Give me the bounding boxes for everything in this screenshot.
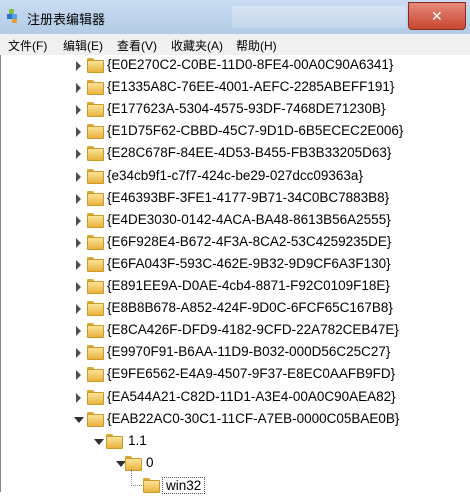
- folder-icon: [87, 102, 104, 118]
- folder-icon: [87, 256, 104, 272]
- expand-arrow-icon[interactable]: [94, 438, 104, 445]
- folder-icon: [87, 411, 104, 427]
- folder-icon: [87, 301, 104, 317]
- tree-row[interactable]: {E8B8B678-A852-424F-9D0C-6FCF65C167B8}: [1, 298, 470, 320]
- tree-row[interactable]: {E1335A8C-76EE-4001-AEFC-2285ABEFF191}: [1, 77, 470, 99]
- key-label: 0: [146, 454, 154, 470]
- menu-favorites[interactable]: 收藏夹(A): [171, 37, 223, 54]
- tree-row[interactable]: {E9FE6562-E4A9-4507-9F37-E8EC0AAFB9FD}: [1, 364, 470, 386]
- menu-edit[interactable]: 编辑(E): [63, 37, 103, 54]
- collapse-arrow-icon[interactable]: [76, 348, 81, 359]
- folder-icon: [87, 389, 104, 405]
- tree-row[interactable]: {E28C678F-84EE-4D53-B455-FB3B33205D63}: [1, 143, 470, 165]
- title-redacted-area: [232, 6, 406, 28]
- tree-row[interactable]: {E1D75F62-CBBD-45C7-9D1D-6B5ECEC2E006}: [1, 121, 470, 143]
- folder-icon: [87, 58, 104, 73]
- folder-icon: [143, 477, 160, 493]
- folder-icon: [87, 345, 104, 361]
- collapse-arrow-icon[interactable]: [76, 105, 81, 116]
- collapse-arrow-icon[interactable]: [76, 193, 81, 204]
- window-title: 注册表编辑器: [27, 12, 106, 27]
- tree-row[interactable]: win32: [1, 468, 470, 497]
- key-label: {E9FE6562-E4A9-4507-9F37-E8EC0AAFB9FD}: [107, 366, 396, 382]
- key-label: {E6F928E4-B672-4F3A-8CA2-53C4259235DE}: [107, 233, 392, 249]
- collapse-arrow-icon[interactable]: [76, 326, 81, 337]
- collapse-arrow-icon[interactable]: [76, 149, 81, 160]
- collapse-arrow-icon[interactable]: [76, 304, 81, 315]
- key-label: {E28C678F-84EE-4D53-B455-FB3B33205D63}: [107, 145, 392, 161]
- tree-connector-line: [131, 468, 142, 486]
- tree-row[interactable]: 1.1: [1, 431, 470, 453]
- key-label: {E1D75F62-CBBD-45C7-9D1D-6B5ECEC2E006}: [107, 123, 404, 139]
- tree-row[interactable]: {E891EE9A-D0AE-4cb4-8871-F92C0109F18E}: [1, 276, 470, 298]
- key-label: {EA544A21-C82D-11D1-A3E4-00A0C90AEA82}: [107, 388, 396, 404]
- tree-row[interactable]: {E8CA426F-DFD9-4182-9CFD-22A782CEB47E}: [1, 320, 470, 342]
- key-label: {E891EE9A-D0AE-4cb4-8871-F92C0109F18E}: [107, 278, 390, 293]
- key-label: {E9970F91-B6AA-11D9-B032-000D56C25C27}: [107, 344, 391, 360]
- key-label: {E4DE3030-0142-4ACA-BA48-8613B56A2555}: [107, 211, 391, 227]
- tree-row[interactable]: {E0E270C2-C0BE-11D0-8FE4-00A0C90A6341}: [1, 55, 470, 77]
- collapse-arrow-icon[interactable]: [76, 171, 81, 182]
- collapse-arrow-icon[interactable]: [76, 370, 81, 381]
- folder-icon: [106, 433, 123, 449]
- collapse-arrow-icon[interactable]: [76, 83, 81, 94]
- tree-row[interactable]: {E6FA043F-593C-462E-9B32-9D9CF6A3F130}: [1, 254, 470, 276]
- menu-file[interactable]: 文件(F): [8, 37, 47, 54]
- key-label: {E8B8B678-A852-424F-9D0C-6FCF65C167B8}: [107, 300, 393, 316]
- tree-row[interactable]: {EAB22AC0-30C1-11CF-A7EB-0000C05BAE0B}: [1, 409, 470, 431]
- expand-arrow-icon[interactable]: [74, 416, 84, 423]
- folder-icon: [87, 279, 104, 294]
- menu-view[interactable]: 查看(V): [117, 37, 157, 54]
- folder-icon: [87, 234, 104, 250]
- key-label: 1.1: [128, 432, 147, 448]
- tree-row[interactable]: {EA544A21-C82D-11D1-A3E4-00A0C90AEA82}: [1, 387, 470, 409]
- collapse-arrow-icon[interactable]: [76, 61, 81, 71]
- registry-editor-icon: [7, 9, 17, 23]
- collapse-arrow-icon[interactable]: [76, 282, 81, 292]
- collapse-arrow-icon[interactable]: [76, 392, 81, 403]
- key-label: {E46393BF-3FE1-4177-9B71-34C0BC7883B8}: [107, 189, 390, 205]
- title-bar: 注册表编辑器 ✕: [0, 0, 470, 35]
- tree-row[interactable]: 0: [1, 453, 470, 475]
- collapse-arrow-icon[interactable]: [76, 259, 81, 270]
- tree-row[interactable]: {e34cb9f1-c7f7-424c-be29-027dcc09363a}: [1, 166, 470, 188]
- folder-icon: [87, 323, 104, 339]
- folder-icon: [87, 168, 104, 184]
- selected-key-label: win32: [162, 476, 206, 494]
- close-button[interactable]: ✕: [408, 2, 466, 30]
- key-label: {e34cb9f1-c7f7-424c-be29-027dcc09363a}: [107, 167, 363, 183]
- folder-icon: [87, 212, 104, 228]
- menu-bar: 文件(F) 编辑(E) 查看(V) 收藏夹(A) 帮助(H): [0, 34, 470, 56]
- collapse-arrow-icon[interactable]: [76, 127, 81, 138]
- key-label: {E8CA426F-DFD9-4182-9CFD-22A782CEB47E}: [107, 322, 399, 338]
- registry-tree[interactable]: {E0E270C2-C0BE-11D0-8FE4-00A0C90A6341} {E…: [0, 55, 470, 494]
- collapse-arrow-icon[interactable]: [76, 215, 81, 226]
- menu-help[interactable]: 帮助(H): [236, 37, 277, 54]
- tree-row[interactable]: {E177623A-5304-4575-93DF-7468DE71230B}: [1, 99, 470, 121]
- key-label: {E1335A8C-76EE-4001-AEFC-2285ABEFF191}: [107, 79, 395, 95]
- key-label: {E177623A-5304-4575-93DF-7468DE71230B}: [107, 101, 386, 117]
- folder-icon: [87, 80, 104, 96]
- tree-row[interactable]: {E9970F91-B6AA-11D9-B032-000D56C25C27}: [1, 342, 470, 364]
- tree-row[interactable]: {E4DE3030-0142-4ACA-BA48-8613B56A2555}: [1, 210, 470, 232]
- tree-row[interactable]: {E6F928E4-B672-4F3A-8CA2-53C4259235DE}: [1, 232, 470, 254]
- folder-icon: [87, 146, 104, 162]
- collapse-arrow-icon[interactable]: [76, 237, 81, 248]
- tree-row[interactable]: {E46393BF-3FE1-4177-9B71-34C0BC7883B8}: [1, 188, 470, 210]
- key-label: {EAB22AC0-30C1-11CF-A7EB-0000C05BAE0B}: [107, 410, 400, 426]
- folder-icon: [87, 124, 104, 140]
- key-label: {E6FA043F-593C-462E-9B32-9D9CF6A3F130}: [107, 255, 391, 271]
- folder-icon: [87, 367, 104, 383]
- close-icon: ✕: [431, 8, 443, 24]
- key-label: {E0E270C2-C0BE-11D0-8FE4-00A0C90A6341}: [107, 57, 394, 72]
- folder-icon: [87, 190, 104, 206]
